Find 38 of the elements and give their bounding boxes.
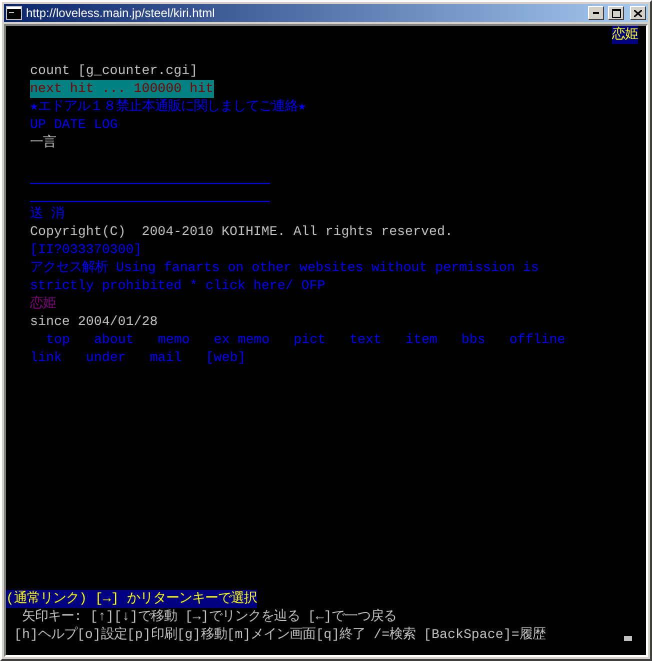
page-text: 恋姫 <box>30 295 56 313</box>
page-text: since 2004/01/28 <box>30 313 158 331</box>
status-message: (通常リンク) [→] かリターンキーで選択 <box>6 590 257 608</box>
nav-link[interactable]: under <box>86 349 126 367</box>
close-button[interactable] <box>630 6 646 20</box>
minimize-button[interactable] <box>588 6 604 20</box>
text-cursor <box>624 636 632 641</box>
hit-counter-text: next hit ... 100000 hit <box>30 80 214 98</box>
form-button[interactable]: 送 <box>30 205 43 223</box>
maximize-button[interactable] <box>608 6 624 20</box>
page-link[interactable]: [II?033370300] <box>30 241 142 259</box>
nav-link[interactable]: link <box>30 349 62 367</box>
form-button[interactable]: 消 <box>51 205 64 223</box>
window-title: http://loveless.main.jp/steel/kiri.html <box>26 6 216 20</box>
nav-link[interactable]: item <box>405 331 438 349</box>
nav-link[interactable]: mail <box>150 349 182 367</box>
nav-link[interactable]: [web] <box>206 349 246 367</box>
nav-link[interactable]: pict <box>294 331 326 349</box>
page-link[interactable]: アクセス解析 Using fanarts on other websites without permission is strictly prohibited * click here/ OFP <box>30 259 570 295</box>
console-icon <box>6 6 22 20</box>
help-text: [h]ヘルプ[o]設定[p]印刷[g]移動[m]メイン画面[q]終了 /=検索 [BackSpace]=履歴 <box>14 626 546 644</box>
minimize-icon <box>593 12 599 14</box>
page-text: 一言 <box>30 134 56 152</box>
help-text: 矢印キー: [↑][↓]で移動 [→]でリンクを辿る [←]で一つ戻る <box>22 608 397 626</box>
nav-link[interactable]: about <box>94 331 134 349</box>
nav-link[interactable]: bbs <box>461 331 486 349</box>
page-text: count [g_counter.cgi] <box>30 62 198 80</box>
close-icon <box>634 10 642 16</box>
nav-link[interactable]: text <box>350 331 382 349</box>
nav-link[interactable]: offline <box>509 331 566 349</box>
nav-link[interactable]: memo <box>158 331 190 349</box>
page-link[interactable]: ★エドアル１８禁止本通販に関しましてご連絡★ <box>30 98 306 116</box>
nav-link[interactable]: ex memo <box>214 331 270 349</box>
site-badge: 恋姫 <box>612 26 638 44</box>
page-text: Copyright(C) 2004-2010 KOIHIME. All rights reserved. <box>30 223 453 241</box>
maximize-icon <box>612 8 620 18</box>
page-link[interactable]: UP DATE LOG <box>30 116 118 134</box>
nav-link[interactable]: top <box>46 331 70 349</box>
